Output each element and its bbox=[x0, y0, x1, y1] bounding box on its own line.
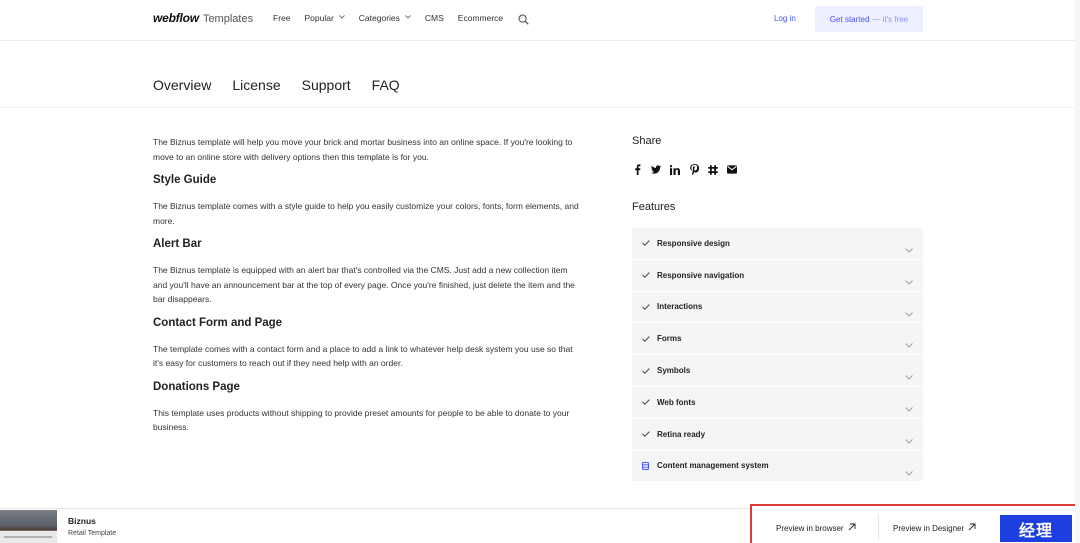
nav-item-categories[interactable]: Categories bbox=[359, 13, 411, 23]
nav-item-free[interactable]: Free bbox=[273, 13, 290, 23]
main-nav: Free Popular Categories CMS Ecommerce bbox=[273, 13, 503, 23]
nav-item-popular[interactable]: Popular bbox=[304, 13, 345, 23]
section-paragraph: The Biznus template comes with a style g… bbox=[153, 201, 579, 226]
top-header: webflow Templates Free Popular Categories C… bbox=[0, 0, 1080, 41]
chevron-down-icon bbox=[905, 240, 913, 253]
chevron-down-icon bbox=[405, 15, 411, 21]
external-link-icon bbox=[848, 523, 856, 533]
nav-label: Free bbox=[273, 13, 291, 23]
share-icons bbox=[632, 164, 737, 175]
feature-label: Responsive design bbox=[657, 238, 730, 248]
chevron-down-icon bbox=[905, 431, 913, 444]
database-icon bbox=[642, 461, 650, 470]
check-icon bbox=[642, 367, 650, 375]
tab-overview[interactable]: Overview bbox=[153, 77, 211, 93]
feature-item[interactable]: Web fonts bbox=[632, 386, 923, 419]
webflow-templates-logo[interactable]: webflow Templates bbox=[153, 11, 253, 25]
nav-label: Popular bbox=[304, 13, 334, 23]
preview-actions: Preview in browser Preview in Designer 经… bbox=[750, 504, 1077, 543]
preview-in-designer-button[interactable]: Preview in Designer bbox=[893, 523, 976, 533]
get-started-button[interactable]: Get started — it's free bbox=[815, 6, 923, 32]
chevron-down-icon bbox=[905, 463, 913, 476]
preview-browser-label: Preview in browser bbox=[776, 523, 844, 533]
chevron-down-icon bbox=[905, 304, 913, 317]
feature-label: Forms bbox=[657, 334, 682, 344]
section-heading: Style Guide bbox=[153, 174, 217, 186]
check-icon bbox=[642, 430, 650, 438]
section-heading: Contact Form and Page bbox=[153, 316, 283, 329]
template-type: Retail Template bbox=[68, 530, 117, 537]
section-paragraph: The Biznus template is equipped with an … bbox=[153, 265, 575, 304]
feature-item[interactable]: Retina ready bbox=[632, 418, 923, 451]
check-icon bbox=[642, 335, 650, 343]
search-icon[interactable] bbox=[518, 12, 529, 25]
chevron-down-icon bbox=[905, 367, 913, 380]
chevron-down-icon bbox=[905, 399, 913, 412]
feature-label: Interactions bbox=[657, 302, 703, 312]
actions-divider bbox=[878, 514, 879, 540]
logo-suffix: Templates bbox=[202, 13, 254, 25]
feature-item[interactable]: Symbols bbox=[632, 355, 923, 387]
check-icon bbox=[642, 271, 650, 279]
intro-paragraph: The Biznus template will help you move y… bbox=[153, 137, 573, 162]
preview-in-browser-button[interactable]: Preview in browser bbox=[776, 523, 856, 533]
template-name: Biznus bbox=[68, 516, 96, 526]
feature-label: Symbols bbox=[657, 366, 691, 376]
login-link[interactable]: Log in bbox=[774, 14, 796, 23]
nav-label: Ecommerce bbox=[457, 13, 504, 23]
chevron-down-icon bbox=[338, 15, 345, 21]
section-paragraph: This template uses products without ship… bbox=[153, 407, 570, 433]
section-heading: Alert Bar bbox=[153, 238, 202, 250]
email-icon[interactable] bbox=[727, 164, 737, 175]
section-heading: Donations Page bbox=[153, 380, 240, 393]
page-scrollbar[interactable] bbox=[1075, 0, 1080, 543]
overview-content: The Biznus template will help you move y… bbox=[153, 135, 583, 435]
nav-item-cms[interactable]: CMS bbox=[425, 13, 444, 23]
cta-sub-label: — it's free bbox=[872, 14, 909, 24]
bottom-template-bar: Biznus Retail Template Preview in browse… bbox=[0, 504, 1080, 543]
tab-license[interactable]: License bbox=[232, 77, 280, 93]
nav-label: CMS bbox=[424, 13, 444, 23]
feature-item[interactable]: Responsive navigation bbox=[632, 259, 923, 292]
feature-item[interactable]: Forms bbox=[632, 323, 923, 356]
feature-item[interactable]: Content management system bbox=[632, 450, 923, 483]
share-title: Share bbox=[632, 135, 662, 147]
tabs-divider bbox=[0, 107, 1080, 108]
section-paragraph: The template comes with a contact form a… bbox=[153, 343, 573, 369]
cta-main-label: Get started bbox=[829, 14, 870, 24]
nav-label: Categories bbox=[358, 13, 400, 23]
logo-brand: webflow bbox=[153, 11, 199, 25]
pinterest-icon[interactable] bbox=[689, 164, 699, 175]
tab-support[interactable]: Support bbox=[302, 77, 351, 93]
feature-item[interactable]: Interactions bbox=[632, 291, 923, 324]
check-icon bbox=[642, 303, 650, 311]
features-accordion: Responsive design Responsive navigation In… bbox=[632, 228, 923, 483]
feature-item[interactable]: Responsive design bbox=[632, 228, 923, 260]
template-thumbnail[interactable] bbox=[0, 510, 57, 543]
external-link-icon bbox=[968, 523, 976, 533]
check-icon bbox=[642, 398, 650, 406]
facebook-icon[interactable] bbox=[632, 164, 642, 175]
features-title: Features bbox=[632, 201, 676, 213]
check-icon bbox=[642, 239, 650, 247]
feature-label: Retina ready bbox=[657, 429, 706, 439]
overlay-stamp: 经理 bbox=[1000, 515, 1072, 542]
feature-label: Web fonts bbox=[657, 397, 696, 407]
slack-icon[interactable] bbox=[708, 164, 718, 175]
twitter-icon[interactable] bbox=[651, 164, 661, 175]
linkedin-icon[interactable] bbox=[670, 164, 680, 175]
preview-designer-label: Preview in Designer bbox=[893, 523, 965, 533]
feature-label: Content management system bbox=[657, 461, 769, 471]
tab-faq[interactable]: FAQ bbox=[372, 77, 400, 93]
chevron-down-icon bbox=[905, 272, 913, 285]
feature-label: Responsive navigation bbox=[657, 270, 745, 280]
template-tabs: Overview License Support FAQ bbox=[153, 77, 400, 93]
chevron-down-icon bbox=[905, 335, 913, 349]
nav-item-ecommerce[interactable]: Ecommerce bbox=[458, 13, 503, 23]
